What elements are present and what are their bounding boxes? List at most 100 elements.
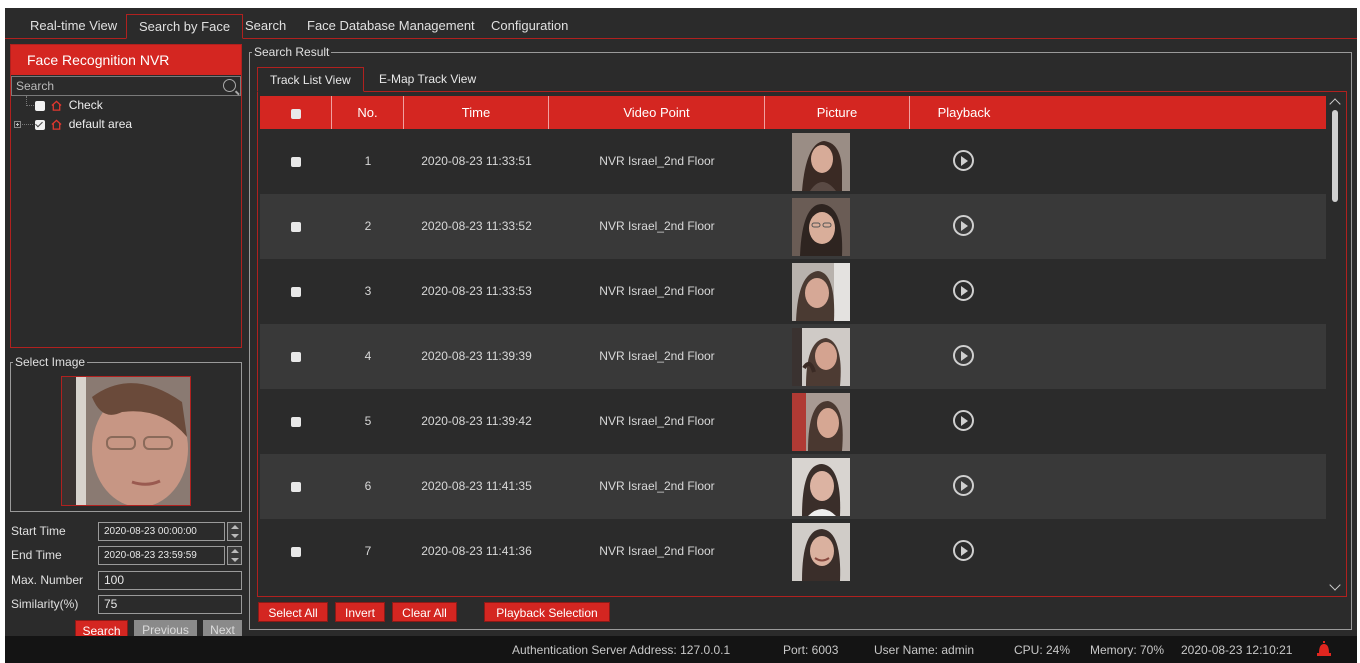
scroll-down-icon[interactable]	[1329, 579, 1341, 591]
search-result-group: Search Result Track List View E-Map Trac…	[249, 45, 1352, 630]
row-checkbox-cell	[260, 324, 332, 389]
table-row[interactable]: 6 2020-08-23 11:41:35 NVR Israel_2nd Flo…	[260, 454, 1326, 519]
row-playback-cell	[910, 389, 1018, 454]
user-status: User Name: admin	[874, 643, 975, 657]
row-checkbox[interactable]	[291, 221, 301, 232]
play-icon[interactable]	[953, 280, 974, 301]
row-number: 6	[364, 479, 372, 493]
row-playback-cell	[910, 129, 1018, 194]
column-time[interactable]: Time	[404, 96, 549, 129]
row-time: 2020-08-23 11:41:35	[421, 479, 532, 493]
play-icon[interactable]	[953, 345, 974, 366]
header-checkbox[interactable]	[290, 108, 301, 119]
tree-item-label: default area	[68, 117, 133, 131]
row-checkbox-cell	[260, 389, 332, 454]
main-tab-bar: Real-time View Search by Face Search Fac…	[5, 8, 1357, 39]
row-picture-cell	[765, 194, 910, 259]
tab-real-time-view[interactable]: Real-time View	[18, 14, 129, 39]
table-body: 1 2020-08-23 11:33:51 NVR Israel_2nd Flo…	[260, 129, 1326, 594]
search-result-legend: Search Result	[252, 45, 332, 59]
row-playback-cell	[910, 194, 1018, 259]
table-header: No. Time Video Point Picture Playback	[260, 96, 1326, 129]
row-checkbox[interactable]	[291, 286, 301, 297]
table-scrollbar[interactable]	[1328, 96, 1342, 593]
device-panel-title: Face Recognition NVR	[11, 45, 241, 75]
end-time-field[interactable]: 2020-08-23 23:59:59	[98, 546, 225, 565]
start-time-spinner[interactable]	[227, 522, 242, 541]
expand-icon[interactable]	[14, 121, 21, 128]
tree-search-input[interactable]	[12, 77, 212, 95]
row-checkbox[interactable]	[291, 481, 301, 492]
row-playback-cell	[910, 454, 1018, 519]
tree-item-default-area[interactable]: default area	[11, 115, 241, 134]
clear-all-button[interactable]: Clear All	[392, 602, 457, 622]
playback-selection-button[interactable]: Playback Selection	[484, 602, 610, 622]
row-time: 2020-08-23 11:39:42	[421, 414, 532, 428]
max-number-row: Max. Number 100	[10, 571, 242, 591]
tab-face-database-management[interactable]: Face Database Management	[295, 14, 487, 39]
face-snapshot[interactable]	[792, 328, 850, 386]
row-checkbox-cell	[260, 194, 332, 259]
column-picture[interactable]: Picture	[765, 96, 910, 129]
table-row[interactable]: 7 2020-08-23 11:41:36 NVR Israel_2nd Flo…	[260, 519, 1326, 584]
tab-track-list-view[interactable]: Track List View	[257, 67, 364, 92]
row-picture-cell	[765, 129, 910, 194]
column-video-point[interactable]: Video Point	[549, 96, 765, 129]
app-window: Real-time View Search by Face Search Fac…	[5, 8, 1357, 663]
tab-configuration[interactable]: Configuration	[479, 14, 580, 39]
row-time: 2020-08-23 11:39:39	[421, 349, 532, 363]
face-snapshot[interactable]	[792, 133, 850, 191]
scroll-up-icon[interactable]	[1329, 98, 1341, 110]
table-row[interactable]: 5 2020-08-23 11:39:42 NVR Israel_2nd Flo…	[260, 389, 1326, 454]
datetime-status: 2020-08-23 12:10:21	[1181, 643, 1293, 657]
tree-checkbox-default-area[interactable]	[35, 119, 45, 130]
face-snapshot[interactable]	[792, 198, 850, 256]
table-row[interactable]: 2 2020-08-23 11:33:52 NVR Israel_2nd Flo…	[260, 194, 1326, 259]
row-picture-cell	[765, 454, 910, 519]
tab-e-map-track-view[interactable]: E-Map Track View	[367, 67, 488, 92]
alarm-icon[interactable]	[1316, 641, 1332, 657]
row-video-point: NVR Israel_2nd Floor	[599, 349, 715, 363]
row-checkbox[interactable]	[291, 351, 301, 362]
play-icon[interactable]	[953, 150, 974, 171]
play-icon[interactable]	[953, 410, 974, 431]
search-icon[interactable]	[223, 79, 236, 92]
similarity-field[interactable]: 75	[98, 595, 242, 614]
column-no[interactable]: No.	[332, 96, 404, 129]
selected-face-image[interactable]	[61, 376, 191, 506]
start-time-field[interactable]: 2020-08-23 00:00:00	[98, 522, 225, 541]
face-snapshot[interactable]	[792, 458, 850, 516]
tab-search-by-face[interactable]: Search by Face	[126, 14, 244, 39]
column-playback[interactable]: Playback	[910, 96, 1018, 129]
scrollbar-thumb[interactable]	[1332, 110, 1338, 202]
table-row[interactable]: 4 2020-08-23 11:39:39 NVR Israel_2nd Flo…	[260, 324, 1326, 389]
table-row[interactable]: 3 2020-08-23 11:33:53 NVR Israel_2nd Flo…	[260, 259, 1326, 324]
face-snapshot[interactable]	[792, 263, 850, 321]
row-picture-cell	[765, 519, 910, 584]
end-time-spinner[interactable]	[227, 546, 242, 565]
tree-checkbox-check[interactable]	[35, 100, 45, 111]
auth-server-status: Authentication Server Address: 127.0.0.1	[512, 643, 731, 657]
play-icon[interactable]	[953, 540, 974, 561]
row-checkbox[interactable]	[291, 416, 301, 427]
tab-search[interactable]: Search	[233, 14, 298, 39]
row-video-point: NVR Israel_2nd Floor	[599, 544, 715, 558]
play-icon[interactable]	[953, 215, 974, 236]
row-video-point: NVR Israel_2nd Floor	[599, 154, 715, 168]
max-number-label: Max. Number	[11, 573, 84, 587]
play-icon[interactable]	[953, 475, 974, 496]
row-video-point: NVR Israel_2nd Floor	[599, 479, 715, 493]
row-checkbox[interactable]	[291, 156, 301, 167]
face-snapshot[interactable]	[792, 523, 850, 581]
status-bar: Authentication Server Address: 127.0.0.1…	[5, 636, 1357, 663]
device-tree-panel: Face Recognition NVR Check def	[10, 44, 242, 348]
tree-item-check[interactable]: Check	[11, 96, 241, 115]
select-all-button[interactable]: Select All	[258, 602, 328, 622]
row-number: 1	[364, 154, 372, 168]
max-number-field[interactable]: 100	[98, 571, 242, 590]
row-checkbox[interactable]	[291, 546, 301, 557]
face-snapshot[interactable]	[792, 393, 850, 451]
invert-button[interactable]: Invert	[335, 602, 385, 622]
row-picture-cell	[765, 259, 910, 324]
table-row[interactable]: 1 2020-08-23 11:33:51 NVR Israel_2nd Flo…	[260, 129, 1326, 194]
